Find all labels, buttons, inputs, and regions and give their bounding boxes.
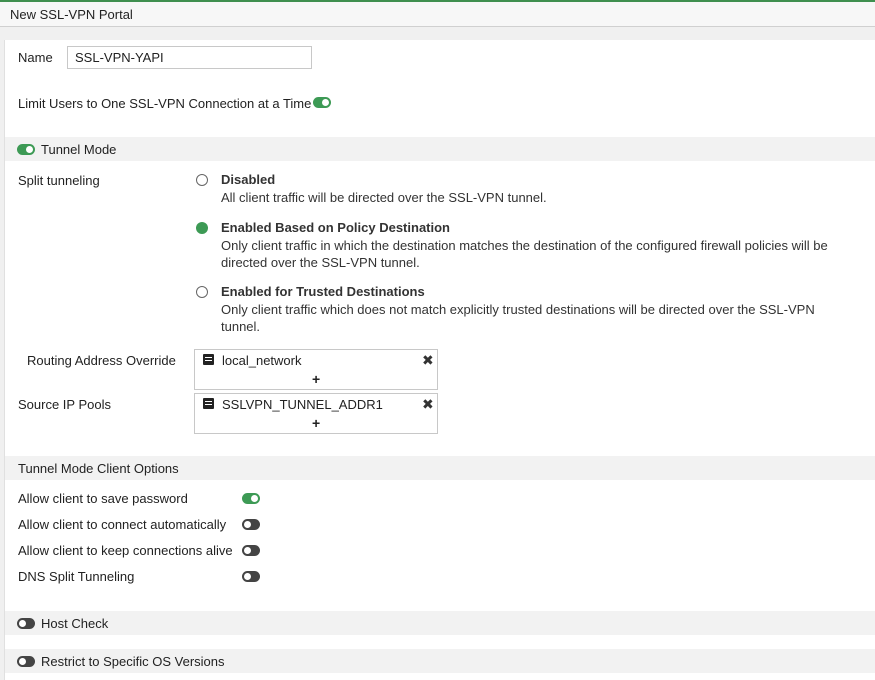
- restrict-os-toggle[interactable]: [17, 656, 35, 667]
- host-check-toggle[interactable]: [17, 618, 35, 629]
- save-password-toggle[interactable]: [242, 493, 260, 504]
- source-ip-pools-listbox[interactable]: SSLVPN_TUNNEL_ADDR1 ✖ +: [194, 393, 438, 434]
- split-trusted-destinations-desc-line2: tunnel.: [221, 319, 261, 334]
- split-disabled-title[interactable]: Disabled: [221, 172, 275, 187]
- remove-entry-icon[interactable]: ✖: [422, 352, 434, 369]
- restrict-os-section: Restrict to Specific OS Versions: [5, 649, 875, 673]
- name-input[interactable]: [67, 46, 312, 69]
- split-disabled-radio[interactable]: [196, 174, 208, 186]
- split-policy-destination-title[interactable]: Enabled Based on Policy Destination: [221, 220, 450, 235]
- keep-alive-label: Allow client to keep connections alive: [18, 543, 233, 558]
- split-policy-destination-radio[interactable]: [196, 222, 208, 234]
- host-check-section: Host Check: [5, 611, 875, 635]
- split-trusted-destinations-radio[interactable]: [196, 286, 208, 298]
- name-label: Name: [18, 50, 53, 65]
- source-ip-pools-entry: SSLVPN_TUNNEL_ADDR1: [222, 397, 383, 412]
- split-trusted-destinations-desc-line1: Only client traffic which does not match…: [221, 302, 815, 317]
- connect-automatically-toggle[interactable]: [242, 519, 260, 530]
- tunnel-mode-label: Tunnel Mode: [41, 142, 117, 157]
- client-options-header: Tunnel Mode Client Options: [18, 461, 179, 476]
- routing-override-label: Routing Address Override: [27, 353, 176, 368]
- split-policy-destination-desc-line2: directed over the SSL-VPN tunnel.: [221, 255, 420, 270]
- split-trusted-destinations-title[interactable]: Enabled for Trusted Destinations: [221, 284, 425, 299]
- limit-users-label: Limit Users to One SSL-VPN Connection at…: [18, 96, 312, 111]
- ip-range-icon: [203, 398, 214, 409]
- tunnel-mode-section: Tunnel Mode: [5, 137, 875, 161]
- keep-alive-toggle[interactable]: [242, 545, 260, 556]
- address-icon: [203, 354, 214, 365]
- remove-entry-icon[interactable]: ✖: [422, 396, 434, 413]
- split-tunneling-label: Split tunneling: [18, 173, 100, 188]
- client-options-section: Tunnel Mode Client Options: [5, 456, 875, 480]
- add-entry-icon[interactable]: +: [312, 415, 320, 431]
- source-ip-pools-label: Source IP Pools: [18, 397, 111, 412]
- routing-override-listbox[interactable]: local_network ✖ +: [194, 349, 438, 390]
- routing-override-entry: local_network: [222, 353, 302, 368]
- limit-users-toggle[interactable]: [313, 97, 331, 108]
- restrict-os-label: Restrict to Specific OS Versions: [41, 654, 225, 669]
- host-check-label: Host Check: [41, 616, 109, 631]
- window-title: New SSL-VPN Portal: [10, 7, 133, 22]
- portal-form: Name Limit Users to One SSL-VPN Connecti…: [4, 40, 875, 680]
- connect-automatically-label: Allow client to connect automatically: [18, 517, 227, 532]
- dns-split-tunneling-label: DNS Split Tunneling: [18, 569, 135, 584]
- window-title-bar: New SSL-VPN Portal: [0, 0, 875, 27]
- dns-split-tunneling-toggle[interactable]: [242, 571, 260, 582]
- tunnel-mode-toggle[interactable]: [17, 144, 35, 155]
- save-password-label: Allow client to save password: [18, 491, 188, 506]
- split-policy-destination-desc-line1: Only client traffic in which the destina…: [221, 238, 828, 253]
- add-entry-icon[interactable]: +: [312, 371, 320, 387]
- split-disabled-desc: All client traffic will be directed over…: [221, 190, 547, 205]
